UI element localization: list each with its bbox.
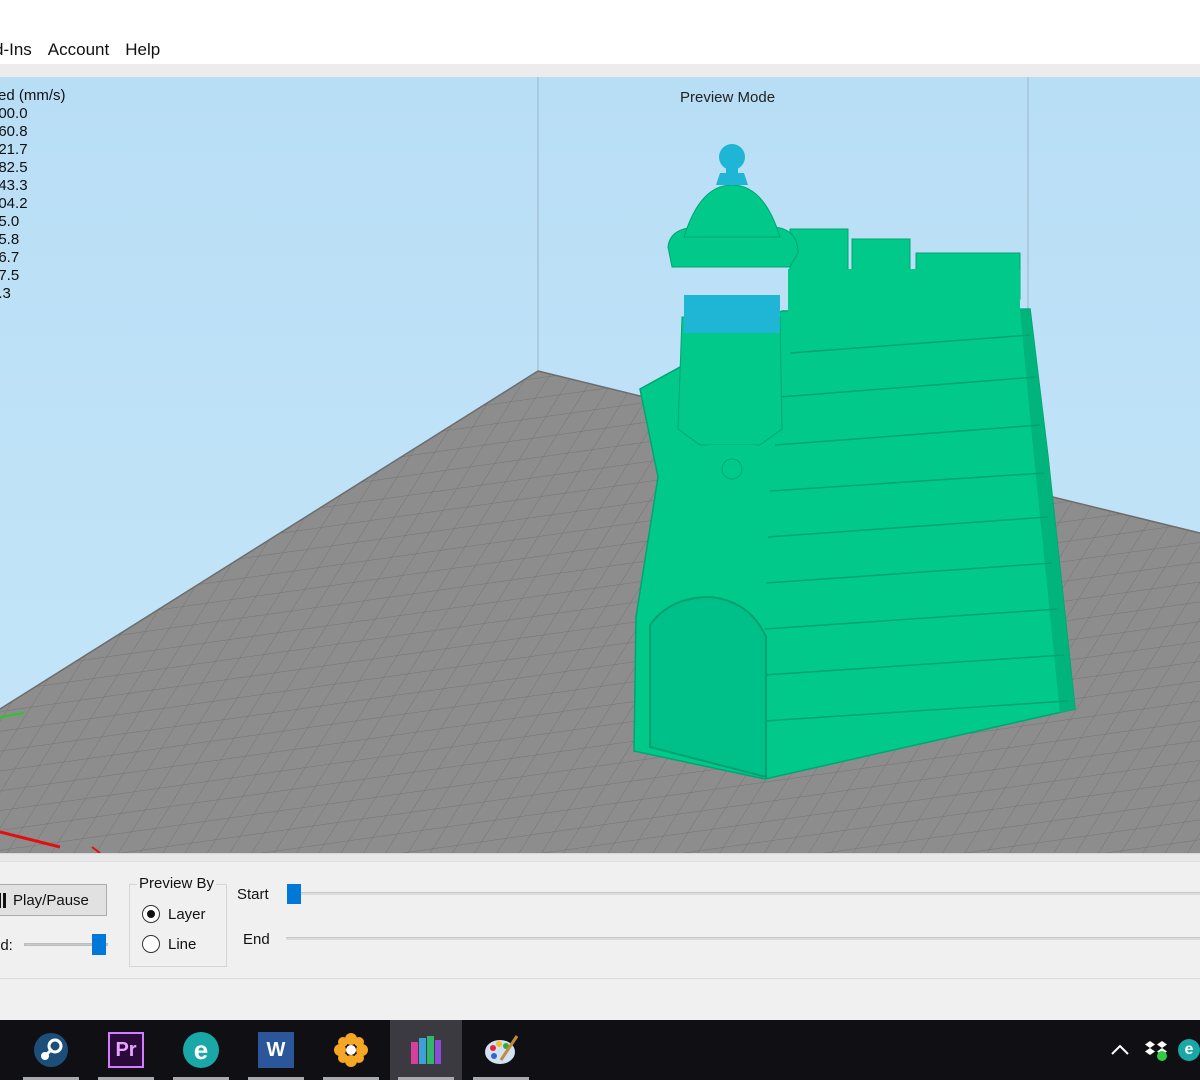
3d-viewport[interactable]: Preview Mode ed (mm/s) 300.0 260.8 221.7… xyxy=(0,77,1200,853)
title-bar xyxy=(0,0,1200,36)
play-pause-label: Play/Pause xyxy=(13,891,89,909)
radio-button-line[interactable] xyxy=(142,935,160,953)
menu-bar: d-Ins Account Help xyxy=(0,36,1200,64)
end-label: End xyxy=(243,931,270,948)
model-castle xyxy=(633,144,1076,780)
taskbar-word[interactable]: W xyxy=(240,1020,312,1080)
legend-value: 260.8 xyxy=(0,123,28,140)
legend-value: 104.2 xyxy=(0,195,28,212)
taskbar-steam[interactable] xyxy=(15,1020,87,1080)
taskbar-flower-app[interactable] xyxy=(315,1020,387,1080)
windows-taskbar: Pr e W e xyxy=(0,1020,1200,1080)
speed-legend: ed (mm/s) 300.0 260.8 221.7 182.5 143.3 … xyxy=(0,87,66,303)
flower-app-icon xyxy=(333,1032,369,1068)
menu-item-add-ins[interactable]: d-Ins xyxy=(0,40,40,60)
eset-tray-icon[interactable]: e xyxy=(1178,1020,1200,1080)
scene-canvas xyxy=(0,77,1200,853)
taskbar-paint[interactable] xyxy=(465,1020,537,1080)
eset-icon: e xyxy=(183,1032,219,1068)
legend-value: 182.5 xyxy=(0,159,28,176)
radio-label-line: Line xyxy=(168,935,197,953)
legend-value: 143.3 xyxy=(0,177,28,194)
taskbar-eset[interactable]: e xyxy=(165,1020,237,1080)
toolbar-strip xyxy=(0,64,1200,77)
start-slider-track[interactable] xyxy=(294,892,1200,895)
radio-label-layer: Layer xyxy=(168,905,206,923)
menu-item-account[interactable]: Account xyxy=(40,40,117,60)
legend-value: 8.3 xyxy=(0,285,11,302)
preview-control-panel: Play/Pause ed: Preview By Layer Line Sta… xyxy=(0,853,1200,1020)
start-slider-thumb[interactable] xyxy=(287,884,301,904)
dropbox-tray-icon[interactable] xyxy=(1142,1020,1170,1080)
legend-value: 25.8 xyxy=(0,231,20,248)
taskbar-slicer-app[interactable] xyxy=(390,1020,462,1080)
legend-title: ed (mm/s) xyxy=(0,87,66,104)
pause-icon xyxy=(0,893,6,908)
panel-divider xyxy=(0,854,1200,862)
start-label: Start xyxy=(237,886,269,903)
premiere-icon: Pr xyxy=(108,1032,144,1068)
preview-by-group: Preview By Layer Line xyxy=(129,875,227,967)
panel-bottom-border xyxy=(0,978,1200,979)
taskbar-premiere[interactable]: Pr xyxy=(90,1020,162,1080)
legend-value: 86.7 xyxy=(0,249,20,266)
play-pause-button[interactable]: Play/Pause xyxy=(0,884,107,916)
end-slider-track[interactable] xyxy=(286,937,1200,940)
word-icon: W xyxy=(258,1032,294,1068)
speed-slider-thumb[interactable] xyxy=(92,934,106,955)
radio-button-layer[interactable] xyxy=(142,905,160,923)
steam-icon xyxy=(33,1032,69,1068)
preview-by-title: Preview By xyxy=(137,875,217,892)
legend-value: 300.0 xyxy=(0,105,28,122)
legend-value: 221.7 xyxy=(0,141,28,158)
speed-label: ed: xyxy=(0,937,13,954)
radio-layer[interactable]: Layer xyxy=(142,905,206,923)
preview-mode-label: Preview Mode xyxy=(680,89,776,106)
legend-value: 65.0 xyxy=(0,213,20,230)
paint-icon xyxy=(483,1032,519,1068)
slicer-app-icon xyxy=(408,1032,444,1068)
menu-item-help[interactable]: Help xyxy=(117,40,168,60)
tray-chevron-up-icon[interactable] xyxy=(1106,1020,1134,1080)
radio-line[interactable]: Line xyxy=(142,935,196,953)
legend-value: 47.5 xyxy=(0,267,20,284)
